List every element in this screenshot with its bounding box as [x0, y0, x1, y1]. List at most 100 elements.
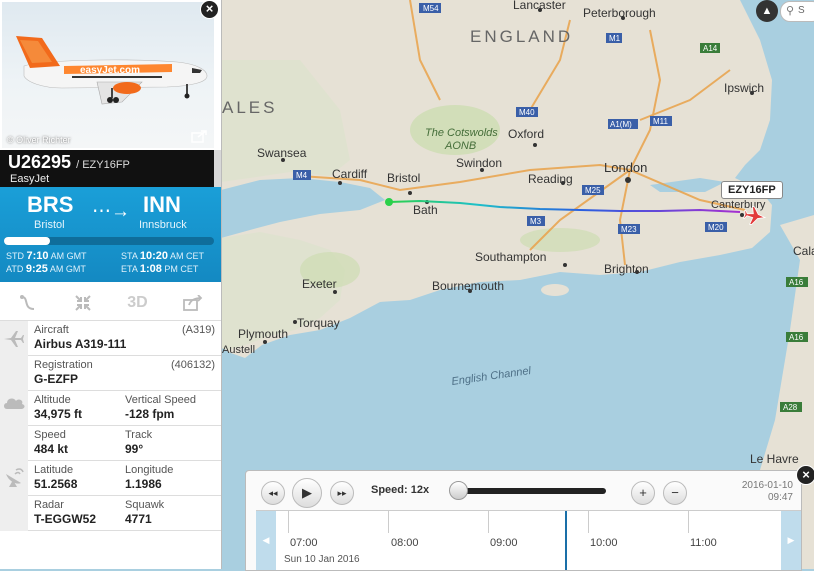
- svg-text:M23: M23: [621, 225, 637, 234]
- std-value: 7:10: [26, 250, 49, 262]
- map-place-label: Cala: [793, 244, 814, 258]
- zoom-out-button[interactable]: −: [663, 481, 687, 505]
- panel-edge: [214, 150, 221, 187]
- cloud-icon: [4, 398, 25, 409]
- map-region-label: ALES: [222, 98, 277, 117]
- map-place-label: Bath: [413, 203, 438, 217]
- 3d-view-button[interactable]: 3D: [110, 286, 165, 320]
- close-icon[interactable]: ×: [796, 465, 814, 485]
- search-placeholder: S: [798, 5, 805, 16]
- map-place-label: Bristol: [387, 171, 420, 185]
- zoom-in-button[interactable]: +: [631, 481, 655, 505]
- longitude-value: 1.1986: [125, 477, 162, 491]
- origin-code: BRS: [27, 192, 74, 217]
- speed-row: Speed 484 kt Track 99°: [28, 426, 221, 461]
- speed-slider-handle[interactable]: [449, 481, 468, 500]
- vertical-speed-label: Vertical Speed: [125, 394, 196, 406]
- map-place-label: Austell: [222, 344, 255, 356]
- timeline-tick-label: 07:00: [290, 537, 318, 549]
- map-place-label: AONB: [444, 140, 476, 152]
- map-place-label: Canterbury: [711, 199, 766, 211]
- altitude-value: 34,975 ft: [34, 407, 83, 421]
- map-place-label: Bournemouth: [432, 279, 504, 293]
- sta-time: STA 10:20 AM CET: [121, 250, 204, 262]
- map-place-label: Oxford: [508, 127, 544, 141]
- map-country-label: ENGLAND: [470, 27, 573, 46]
- std-time: STD 7:10 AM GMT: [6, 250, 87, 262]
- registration-value: G-EZFP: [34, 372, 78, 386]
- timeline-tick: [588, 511, 589, 533]
- playback-date: 2016-01-10: [741, 480, 793, 491]
- map-place-label: London: [604, 160, 647, 175]
- svg-text:M20: M20: [708, 223, 724, 232]
- svg-text:M54: M54: [423, 4, 439, 13]
- fast-forward-button[interactable]: ▸▸: [330, 481, 354, 505]
- sta-value: 10:20: [139, 250, 168, 262]
- position-row: Latitude 51.2568 Longitude 1.1986: [28, 461, 221, 496]
- map-place-label: Lancaster: [513, 0, 566, 12]
- destination-code: INN: [143, 192, 181, 217]
- sta-label: STA: [121, 251, 138, 261]
- callsign-secondary: / EZY16FP: [76, 159, 130, 171]
- longitude-label: Longitude: [125, 464, 174, 476]
- origin-dot: [385, 198, 393, 206]
- route-icon[interactable]: [0, 286, 55, 320]
- callsign: U26295 / EZY16FP: [8, 152, 130, 173]
- flight-info-panel: easyJet.com © Oliver Richter × U26295 / …: [0, 0, 222, 569]
- svg-text:A28: A28: [783, 403, 798, 412]
- svg-text:A14: A14: [703, 44, 718, 53]
- search-input[interactable]: ⚲ S: [780, 1, 814, 22]
- flight-header: U26295 / EZY16FP EasyJet: [0, 150, 214, 187]
- registration-label: Registration: [34, 359, 93, 371]
- eta-value: 1:08: [139, 263, 162, 275]
- map-place-label: Southampton: [475, 250, 546, 264]
- radar-value: T-EGGW52: [34, 512, 97, 526]
- center-map-icon[interactable]: [55, 286, 110, 320]
- speed-label: Speed: 12x: [371, 484, 430, 496]
- flight-progress-bar: [4, 237, 214, 245]
- svg-text:A16: A16: [789, 278, 804, 287]
- svg-text:A16: A16: [789, 333, 804, 342]
- timeline-tick-label: 08:00: [391, 537, 419, 549]
- vertical-speed-value: -128 fpm: [125, 407, 175, 421]
- svg-text:easyJet.com: easyJet.com: [80, 65, 140, 76]
- map-place-label: Swindon: [456, 156, 502, 170]
- timeline-right-arrow[interactable]: ▶: [781, 511, 801, 570]
- expand-icon[interactable]: [191, 130, 207, 143]
- squawk-label: Squawk: [125, 499, 165, 511]
- eta-label: ETA: [121, 264, 138, 274]
- timeline-tick-label: 10:00: [590, 537, 618, 549]
- radar-dish-icon: [6, 468, 24, 487]
- share-icon[interactable]: [165, 286, 220, 320]
- detail-icons-column: [0, 321, 28, 531]
- sta-suffix: AM CET: [170, 251, 205, 261]
- timeline-tick: [288, 511, 289, 533]
- timeline-cursor[interactable]: [565, 511, 567, 570]
- svg-text:A1(M): A1(M): [610, 120, 632, 129]
- rewind-button[interactable]: ◂◂: [261, 481, 285, 505]
- flight-map-label[interactable]: EZY16FP: [721, 181, 783, 199]
- eta-suffix: PM CET: [164, 264, 199, 274]
- svg-text:M25: M25: [585, 186, 601, 195]
- svg-text:M40: M40: [519, 108, 535, 117]
- timeline-left-arrow[interactable]: ◀: [256, 511, 276, 570]
- registration-row: Registration G-EZFP (406132): [28, 356, 221, 391]
- atd-label: ATD: [6, 264, 24, 274]
- timeline-tick-label: 11:00: [690, 537, 717, 549]
- svg-text:M11: M11: [653, 117, 669, 126]
- route-arrow-icon: ⋯→: [92, 201, 130, 222]
- map-place-label: Le Havre: [750, 452, 799, 466]
- timeline[interactable]: ◀ 07:00 08:00 09:00 10:00 11:00 Sun 10 J…: [256, 510, 801, 570]
- aircraft-photo[interactable]: easyJet.com © Oliver Richter: [2, 2, 214, 148]
- speed-slider-track[interactable]: [456, 488, 606, 494]
- timeline-tick: [388, 511, 389, 533]
- chevron-up-icon[interactable]: ▲: [756, 0, 778, 22]
- playback-datetime: 2016-01-10 09:47: [742, 480, 793, 504]
- altitude-row: Altitude 34,975 ft Vertical Speed -128 f…: [28, 391, 221, 426]
- atd-time: ATD 9:25 AM GMT: [6, 263, 86, 275]
- play-button[interactable]: ▶: [292, 478, 322, 508]
- route-section: BRS Bristol ⋯→ INN Innsbruck STD 7:10 AM…: [0, 187, 221, 282]
- search-icon: ⚲: [786, 5, 795, 17]
- track-value: 99°: [125, 442, 144, 456]
- close-icon[interactable]: ×: [200, 0, 219, 19]
